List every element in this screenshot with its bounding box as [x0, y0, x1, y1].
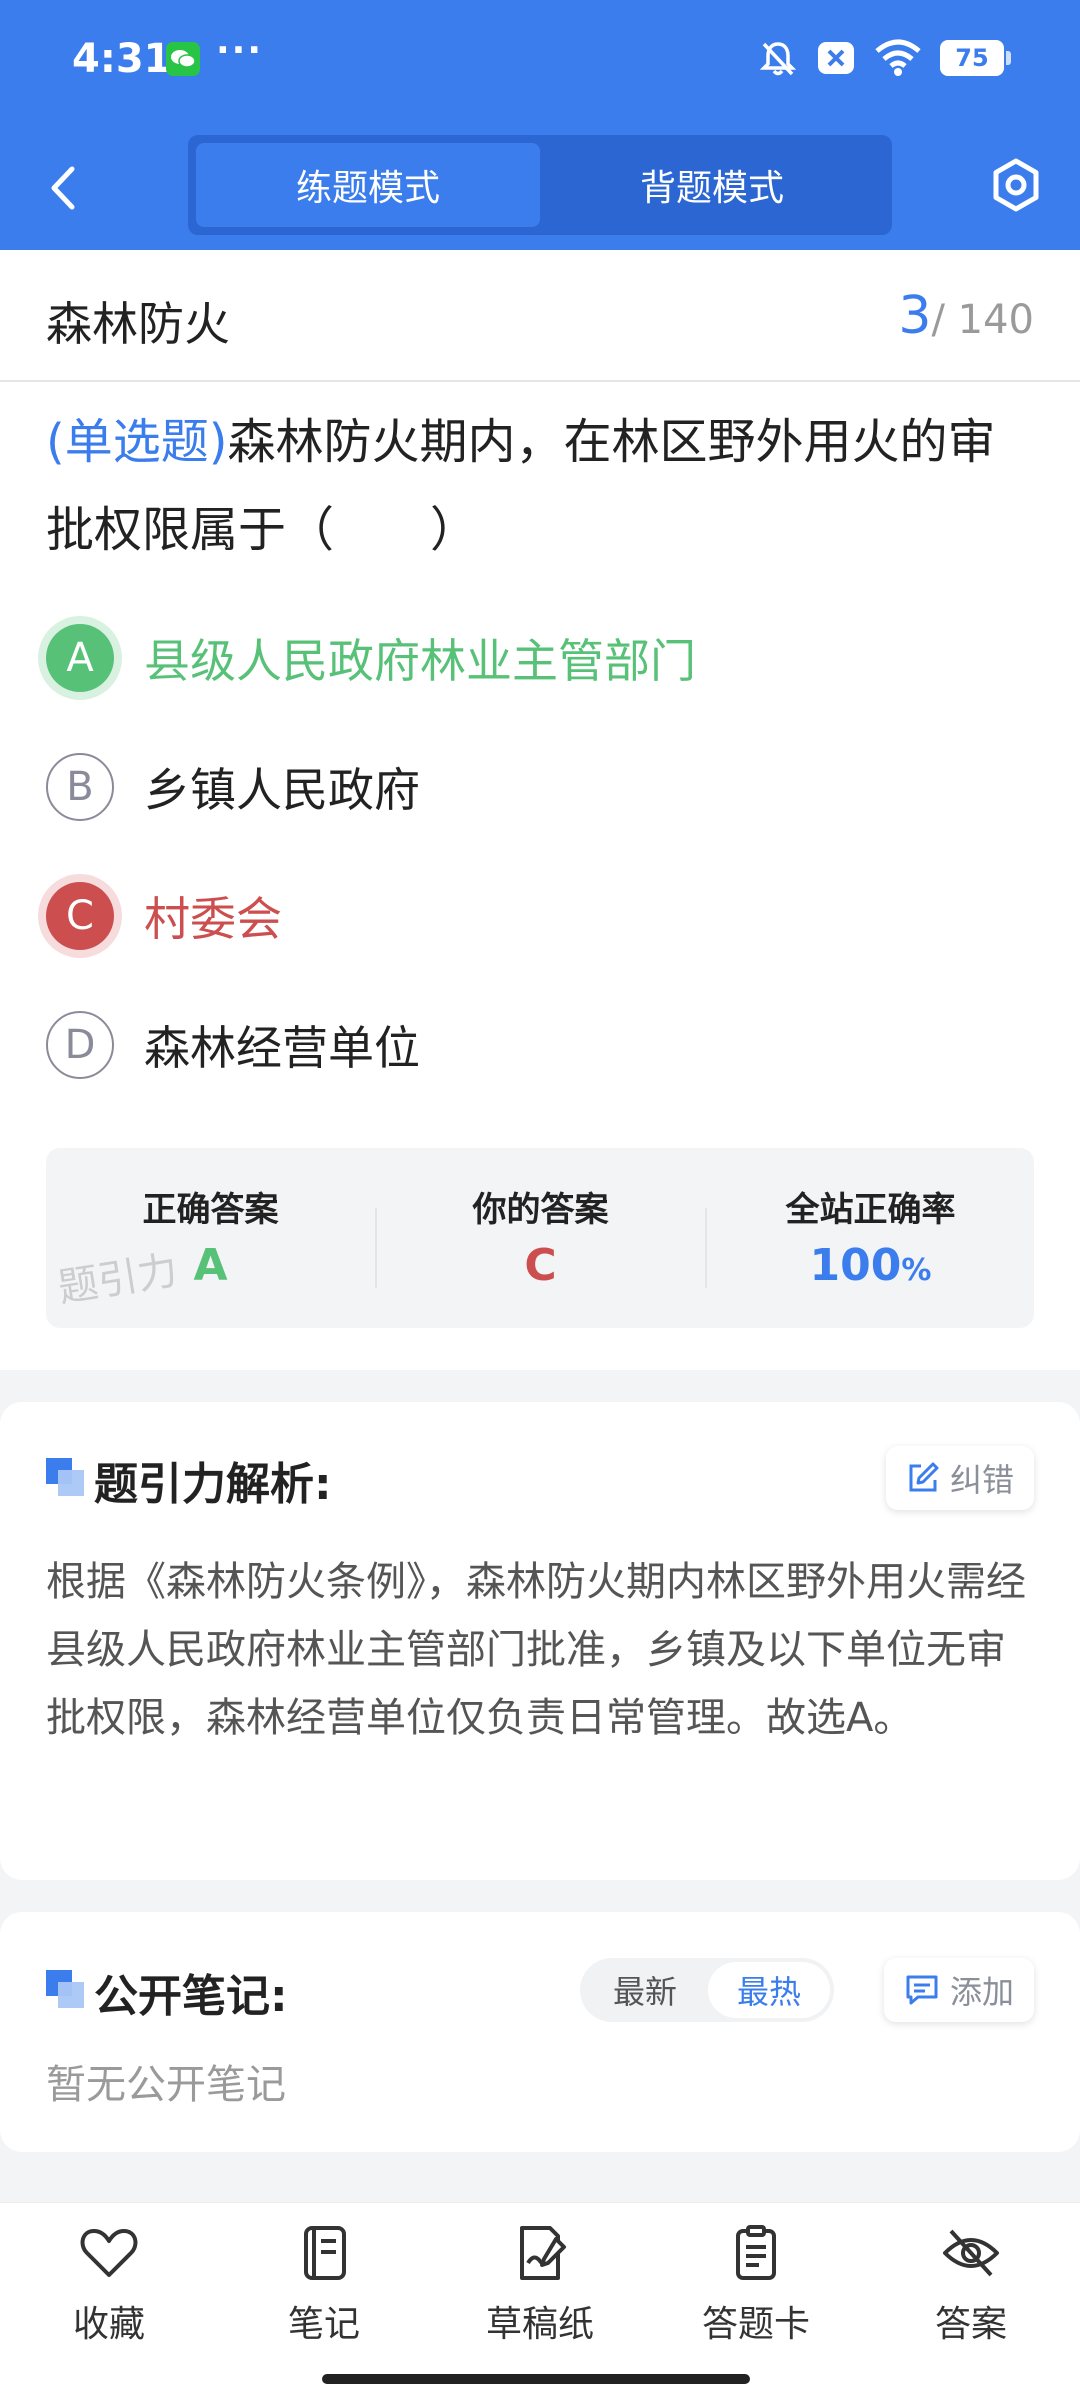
analysis-text: 根据《森林防火条例》，森林防火期内林区野外用火需经县级人民政府林业主管部门批准，…: [46, 1559, 1026, 1741]
option-text: 森林经营单位: [144, 1021, 420, 1075]
back-icon[interactable]: [44, 163, 84, 213]
draft-paper-label: 草稿纸: [485, 2304, 594, 2345]
settings-icon[interactable]: [988, 155, 1044, 215]
edit-icon: [909, 1462, 939, 1492]
section-marker-icon: [46, 1458, 84, 1496]
tab-practice-mode[interactable]: 练题模式: [196, 143, 540, 227]
option-letter: C: [46, 882, 114, 950]
option-text: 乡镇人民政府: [144, 763, 420, 817]
status-bar: 4:31 ··· 75: [0, 0, 1080, 125]
battery-indicator: 75: [940, 40, 1011, 76]
eye-off-icon: [943, 2229, 999, 2277]
home-indicator[interactable]: [322, 2374, 750, 2384]
section-header: 森林防火 3/ 140: [0, 250, 1080, 382]
accuracy-rate-number: 100: [809, 1240, 902, 1291]
answer-result-panel: 正确答案 A 你的答案 C 全站正确率 100% 题引力: [46, 1148, 1034, 1328]
question-type: (单选题): [46, 414, 228, 470]
notes-label: 笔记: [287, 2304, 360, 2345]
add-note-button[interactable]: 添加: [883, 1958, 1034, 2022]
section-marker-icon: [46, 1970, 84, 2008]
analysis-card: 题引力解析: 纠错 根据《森林防火条例》，森林防火期内林区野外用火需经县级人民政…: [0, 1402, 1080, 1880]
show-answer-label: 答案: [934, 2304, 1007, 2345]
favorite-label: 收藏: [72, 2304, 145, 2345]
draft-paper-icon: [520, 2226, 566, 2280]
public-notes-title: 公开笔记:: [94, 1971, 288, 2022]
notes-button[interactable]: 笔记: [234, 2225, 414, 2365]
accuracy-rate-value: 100%: [706, 1240, 1035, 1291]
option-letter: D: [46, 1011, 114, 1079]
draft-paper-button[interactable]: 草稿纸: [450, 2225, 630, 2365]
no-sim-icon: [818, 42, 854, 74]
option-a[interactable]: A 县级人民政府林业主管部门: [46, 622, 696, 694]
option-text: 县级人民政府林业主管部门: [144, 634, 696, 688]
question-counter: 3/ 140: [898, 286, 1034, 346]
nav-bar: 练题模式 背题模式: [0, 125, 1080, 250]
current-question-number: 3: [898, 286, 932, 346]
mode-switch: 练题模式 背题模式: [188, 135, 892, 235]
sort-hottest[interactable]: 最热: [708, 1962, 830, 2018]
accuracy-rate-unit: %: [901, 1253, 932, 1288]
correct-answer-label: 正确答案: [142, 1190, 279, 1230]
analysis-title: 题引力解析:: [94, 1459, 332, 1510]
favorite-button[interactable]: 收藏: [19, 2225, 199, 2365]
accuracy-rate-label: 全站正确率: [785, 1190, 956, 1230]
heart-icon: [80, 2229, 138, 2277]
option-b[interactable]: B 乡镇人民政府: [46, 751, 420, 823]
total-questions: / 140: [931, 297, 1034, 343]
wifi-icon: [875, 39, 921, 76]
add-note-label: 添加: [949, 1973, 1014, 2011]
option-letter: A: [46, 624, 114, 692]
comment-icon: [906, 1975, 938, 2005]
notebook-icon: [304, 2226, 346, 2280]
question-stem: (单选题)森林防火期内，在林区野外用火的审批权限属于（ ）: [46, 398, 1036, 574]
your-answer-block: 你的答案 C: [376, 1148, 705, 1328]
more-notifications-icon: ···: [216, 30, 264, 71]
wechat-notification-icon: [166, 42, 200, 76]
accuracy-rate-block: 全站正确率 100%: [706, 1148, 1035, 1328]
status-icons: 75: [758, 38, 1011, 78]
sort-latest[interactable]: 最新: [584, 1962, 706, 2018]
notes-sort-toggle: 最新 最热: [580, 1958, 834, 2022]
answer-card-icon: [736, 2225, 776, 2280]
option-letter: B: [46, 753, 114, 821]
report-error-button[interactable]: 纠错: [885, 1446, 1034, 1510]
option-c[interactable]: C 村委会: [46, 880, 282, 952]
tab-memorize-mode[interactable]: 背题模式: [540, 143, 884, 227]
question-card: 森林防火 3/ 140 (单选题)森林防火期内，在林区野外用火的审批权限属于（ …: [0, 250, 1080, 1370]
your-answer-label: 你的答案: [472, 1190, 609, 1230]
option-d[interactable]: D 森林经营单位: [46, 1009, 420, 1081]
clock: 4:31: [72, 36, 172, 82]
report-error-label: 纠错: [949, 1461, 1014, 1499]
answer-card-button[interactable]: 答题卡: [666, 2225, 846, 2365]
top-header: 4:31 ··· 75 练题模式 背题模式: [0, 0, 1080, 250]
section-title: 森林防火: [46, 297, 230, 351]
option-text: 村委会: [144, 892, 282, 946]
show-answer-button[interactable]: 答案: [881, 2225, 1061, 2365]
mute-bell-icon: [759, 42, 797, 76]
bottom-toolbar: 收藏 笔记 草稿纸 答题卡 答案: [0, 2202, 1080, 2401]
answer-card-label: 答题卡: [701, 2304, 810, 2345]
your-answer-value: C: [524, 1240, 557, 1291]
public-notes-card: 公开笔记: 最新 最热 添加 暂无公开笔记: [0, 1912, 1080, 2152]
empty-notes-message: 暂无公开笔记: [46, 2062, 286, 2108]
